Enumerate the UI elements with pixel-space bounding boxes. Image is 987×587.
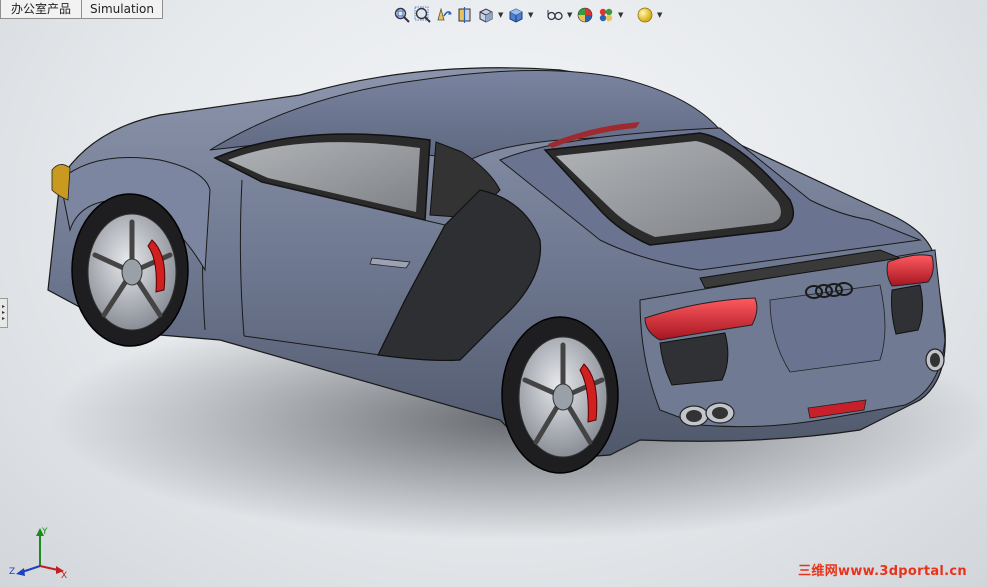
tab-simulation[interactable]: Simulation	[81, 0, 163, 19]
view-settings-dropdown-caret[interactable]: ▼	[657, 11, 663, 19]
triad-y-label: Y	[41, 527, 48, 537]
display-style-dropdown-caret[interactable]: ▼	[528, 11, 534, 19]
apply-scene-dropdown-caret[interactable]: ▼	[618, 11, 624, 19]
reference-triad: Y Z X	[9, 527, 67, 580]
triad-z-label: Z	[9, 567, 15, 577]
tab-office-products[interactable]: 办公室产品	[0, 0, 83, 19]
front-wheel	[71, 193, 189, 347]
tab-bar: 办公室产品 Simulation	[0, 0, 163, 20]
headlight	[51, 164, 71, 201]
license-plate-recess	[769, 284, 886, 373]
model-viewport[interactable]	[0, 22, 987, 567]
exhaust-right	[925, 348, 945, 372]
rear-wheel	[501, 316, 619, 474]
tail-light-right	[886, 254, 934, 287]
triad-x-label: X	[61, 571, 67, 580]
rear-grille-right	[891, 284, 924, 335]
hide-show-items-dropdown-caret[interactable]: ▼	[567, 11, 573, 19]
watermark: 三维网www.3dportal.cn	[798, 564, 967, 579]
view-orientation-dropdown-caret[interactable]: ▼	[498, 11, 504, 19]
